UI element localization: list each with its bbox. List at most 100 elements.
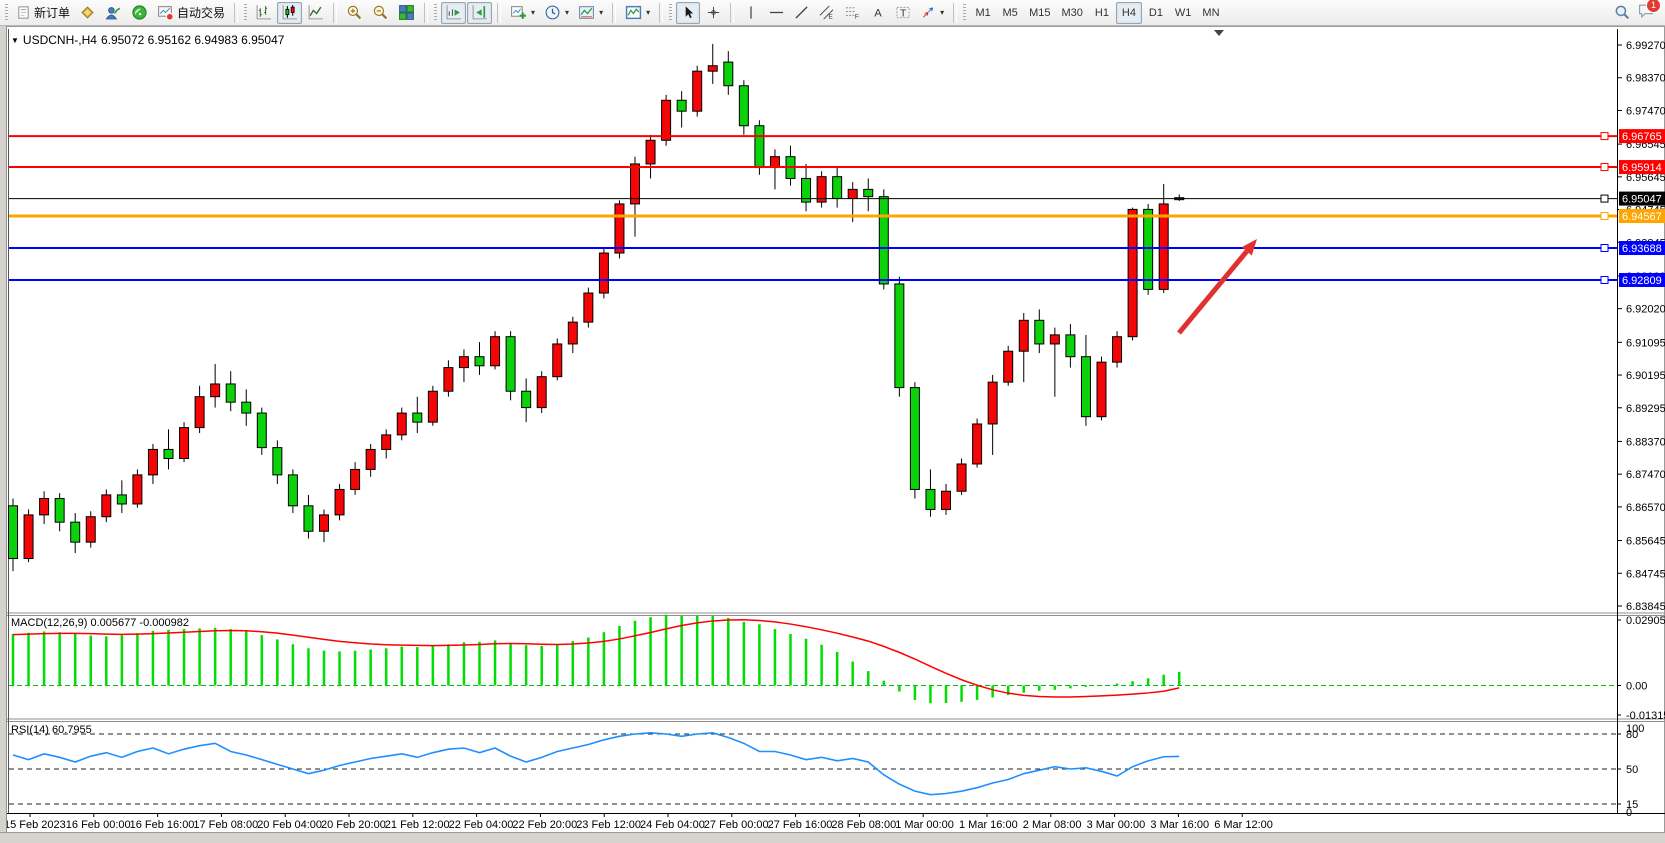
auto-trading-button[interactable]: 自动交易 — [153, 2, 229, 24]
notifications-button[interactable]: 1 — [1637, 2, 1655, 24]
horizontal-line-button[interactable] — [764, 2, 788, 24]
timeframe-d1-button[interactable]: D1 — [1143, 2, 1169, 24]
strategy-tester-button[interactable] — [101, 2, 126, 24]
macd-scale-label: 0.029058 — [1626, 615, 1665, 627]
line-anchor-handle[interactable] — [1601, 213, 1608, 220]
fibonacci-icon: F — [844, 5, 861, 20]
candlestick-chart-icon — [281, 4, 298, 21]
line-anchor-handle[interactable] — [1601, 195, 1608, 202]
zoom-in-button[interactable] — [342, 2, 367, 24]
candle — [973, 424, 982, 464]
candle — [1081, 357, 1090, 417]
time-axis-label: 1 Mar 00:00 — [895, 819, 954, 831]
timeframe-w1-button[interactable]: W1 — [1170, 2, 1197, 24]
candle — [770, 157, 779, 168]
text-label-button[interactable]: T — [891, 2, 915, 24]
toolbar-drag-handle[interactable] — [963, 4, 966, 22]
cursor-button[interactable] — [676, 2, 700, 24]
timeframe-m15-button[interactable]: M15 — [1024, 2, 1055, 24]
timeframe-m1-button[interactable]: M1 — [970, 2, 996, 24]
fibonacci-button[interactable]: F — [840, 2, 865, 24]
new-order-button[interactable]: 新订单 — [12, 2, 74, 24]
line-anchor-handle[interactable] — [1601, 245, 1608, 252]
candle — [397, 413, 406, 435]
time-axis-label: 27 Feb 16:00 — [768, 819, 833, 831]
candle — [351, 469, 360, 489]
candle — [444, 368, 453, 392]
candle — [693, 71, 702, 111]
timeframe-h1-button[interactable]: H1 — [1089, 2, 1115, 24]
chart-canvas[interactable]: 6.992706.983706.974706.965456.956456.947… — [1, 27, 1665, 843]
new-chart-icon — [510, 4, 527, 21]
line-anchor-handle[interactable] — [1601, 164, 1608, 171]
toolbar-drag-handle[interactable] — [434, 4, 437, 22]
candle — [428, 391, 437, 422]
price-tick-label: 6.92020 — [1626, 304, 1665, 316]
zoom-in-icon — [346, 4, 363, 21]
market-watch-button[interactable] — [75, 2, 100, 24]
candle — [86, 517, 95, 542]
timeframe-mn-button[interactable]: MN — [1197, 2, 1224, 24]
arrows-button[interactable]: ▾ — [916, 2, 948, 24]
chart-ohlc-values: 6.95072 6.95162 6.94983 6.95047 — [101, 33, 285, 47]
time-axis-label: 16 Feb 00:00 — [66, 819, 131, 831]
signals-button[interactable] — [127, 2, 152, 24]
text-button[interactable]: A — [866, 2, 890, 24]
trendline-button[interactable] — [789, 2, 813, 24]
zoom-out-button[interactable] — [368, 2, 393, 24]
candle — [382, 435, 391, 450]
toolbar-drag-handle[interactable] — [669, 4, 672, 22]
toolbar-separator — [730, 3, 734, 23]
toolbar-separator — [234, 3, 238, 23]
bar-chart-button[interactable] — [251, 2, 276, 24]
time-axis-label: 28 Feb 08:00 — [831, 819, 896, 831]
chart-shift-button[interactable] — [467, 2, 492, 24]
candle — [1019, 320, 1028, 351]
search-icon[interactable] — [1614, 4, 1631, 21]
candle — [848, 189, 857, 198]
timeframe-h4-button[interactable]: H4 — [1116, 2, 1142, 24]
textlabel-letter: T — [900, 8, 907, 19]
time-axis-label: 22 Feb 04:00 — [449, 819, 514, 831]
toolbar-drag-handle[interactable] — [5, 4, 8, 22]
rsi-indicator-label: RSI(14) 60.7955 — [11, 724, 92, 736]
dropdown-caret: ▾ — [531, 8, 535, 17]
candle — [459, 357, 468, 368]
period-button[interactable]: ▾ — [540, 2, 573, 24]
bar-chart-icon — [255, 4, 272, 21]
candle — [957, 464, 966, 491]
indicators-icon — [625, 4, 642, 21]
template-button[interactable]: ▾ — [574, 2, 607, 24]
chart-title[interactable]: ▼ USDCNH-,H4 6.95072 6.95162 6.94983 6.9… — [11, 33, 284, 47]
price-label-text: 6.92809 — [1622, 275, 1662, 287]
line-anchor-handle[interactable] — [1601, 133, 1608, 140]
rsi-scale-label: 50 — [1626, 764, 1638, 776]
time-axis-label: 3 Mar 16:00 — [1150, 819, 1209, 831]
timeframe-m5-button[interactable]: M5 — [997, 2, 1023, 24]
chart-symbol-period: USDCNH-,H4 — [23, 33, 97, 47]
candle — [164, 449, 173, 458]
time-axis-label: 6 Mar 12:00 — [1214, 819, 1273, 831]
candle — [413, 413, 422, 422]
indicators-button[interactable]: ▾ — [621, 2, 654, 24]
line-anchor-handle[interactable] — [1601, 276, 1608, 283]
candle — [506, 337, 515, 392]
trend-arrow-line[interactable] — [1179, 251, 1247, 333]
candlestick-chart-button[interactable] — [277, 2, 302, 24]
tile-windows-button[interactable] — [394, 2, 419, 24]
chart-shift-icon — [471, 4, 488, 21]
chart-menu-triangle-icon[interactable]: ▼ — [11, 36, 19, 45]
vertical-line-button[interactable] — [739, 2, 763, 24]
new-chart-button[interactable]: ▾ — [506, 2, 539, 24]
toolbar-separator — [659, 3, 663, 23]
crosshair-button[interactable] — [701, 2, 725, 24]
line-chart-button[interactable] — [303, 2, 328, 24]
timeframe-m30-button[interactable]: M30 — [1057, 2, 1088, 24]
equidistant-channel-button[interactable]: E — [814, 2, 839, 24]
toolbar-drag-handle[interactable] — [244, 4, 247, 22]
price-label-text: 6.95914 — [1622, 162, 1662, 174]
chart-shift-marker[interactable] — [1214, 30, 1224, 36]
tile-windows-icon — [398, 4, 415, 21]
auto-scroll-button[interactable] — [441, 2, 466, 24]
rsi-scale-label: 0 — [1626, 807, 1632, 819]
